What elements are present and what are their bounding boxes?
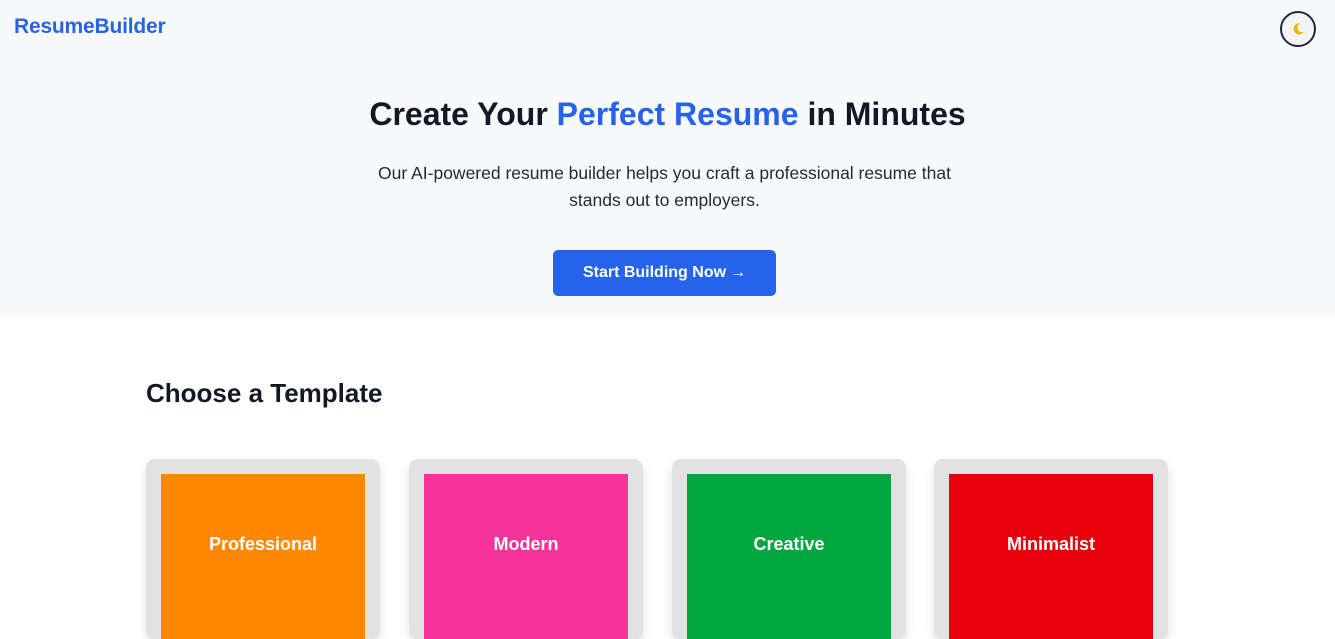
template-card-professional[interactable]: Professional xyxy=(146,459,380,639)
arrow-right-icon: → xyxy=(730,264,747,281)
template-preview: Creative xyxy=(687,474,891,639)
moon-icon xyxy=(1293,23,1304,35)
title-accent: Perfect Resume xyxy=(556,96,799,132)
hero-subtitle: Our AI-powered resume builder helps you … xyxy=(378,163,951,210)
start-building-button[interactable]: Start Building Now → xyxy=(553,250,776,296)
cta-label: Start Building Now xyxy=(582,264,727,281)
template-preview: Minimalist xyxy=(949,474,1153,639)
title-part-1: Create Your xyxy=(369,96,557,132)
template-label: Creative xyxy=(753,534,825,554)
template-label: Modern xyxy=(493,534,559,554)
hero-section: ResumeBuilder Create Your Perfect Resume… xyxy=(0,0,1335,317)
template-preview: Modern xyxy=(424,474,628,639)
template-card-modern[interactable]: Modern xyxy=(409,459,643,639)
title-part-2: in Minutes xyxy=(798,96,966,132)
logo[interactable]: ResumeBuilder xyxy=(14,15,166,39)
templates-heading: Choose a Template xyxy=(146,378,383,408)
template-label: Minimalist xyxy=(1006,534,1095,554)
template-preview: Professional xyxy=(161,474,365,639)
template-label: Professional xyxy=(208,534,318,554)
template-card-minimalist[interactable]: Minimalist xyxy=(934,459,1168,639)
template-card-creative[interactable]: Creative xyxy=(672,459,906,639)
page-title: Create Your Perfect Resume in Minutes xyxy=(0,94,1335,134)
theme-toggle-button[interactable] xyxy=(1280,11,1316,47)
